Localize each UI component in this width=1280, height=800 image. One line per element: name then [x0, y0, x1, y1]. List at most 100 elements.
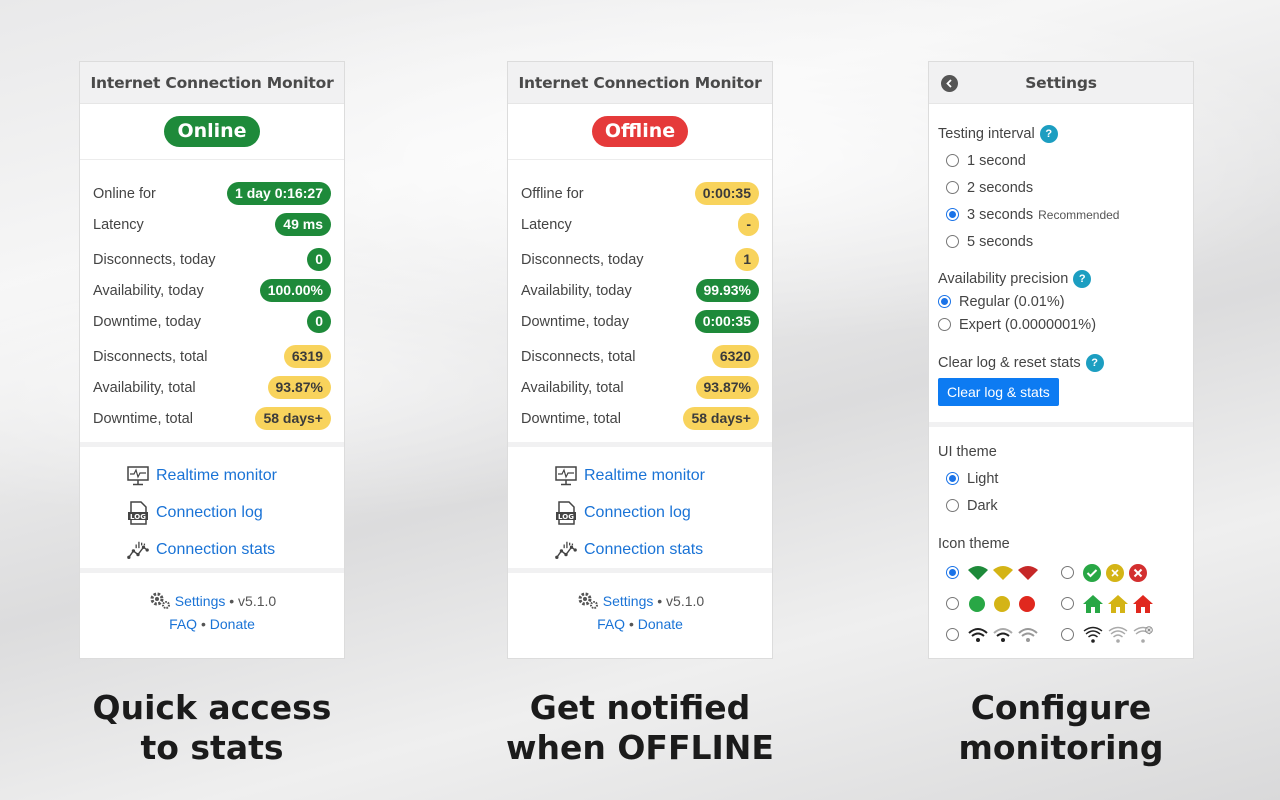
radio-button-selected[interactable] — [946, 472, 959, 485]
stat-row: Disconnects, today 0 — [93, 244, 331, 275]
stat-label: Downtime, total — [521, 410, 621, 427]
stat-label: Latency — [93, 216, 144, 233]
radio-button[interactable] — [1061, 566, 1074, 579]
green-dot-icon — [969, 595, 985, 612]
check-circle-icon — [1083, 563, 1101, 582]
stat-label: Disconnects, today — [521, 251, 644, 268]
icon-set-house-color[interactable] — [1061, 592, 1176, 615]
version-text: • v5.1.0 — [657, 593, 705, 609]
radio-button-selected[interactable] — [938, 295, 951, 308]
faq-link[interactable]: FAQ — [597, 616, 625, 632]
radio-button[interactable] — [946, 628, 959, 641]
radio-label: Expert (0.0000001%) — [959, 316, 1097, 333]
separator-dot: • — [200, 616, 206, 632]
version-text: • v5.1.0 — [229, 593, 277, 609]
green-house-icon — [1083, 594, 1103, 613]
radio-button[interactable] — [938, 318, 951, 331]
stat-row: Downtime, total 58 days+ — [521, 403, 759, 434]
radio-label: Dark — [967, 497, 998, 514]
interval-option-1[interactable]: 1 second — [938, 147, 1193, 174]
radio-button[interactable] — [1061, 597, 1074, 610]
radio-label: 5 seconds — [967, 233, 1034, 250]
faq-link[interactable]: FAQ — [169, 616, 197, 632]
realtime-monitor-link[interactable]: Realtime monitor — [508, 457, 772, 494]
stat-value: 6319 — [283, 345, 331, 368]
connection-stats-link[interactable]: Connection stats — [508, 531, 772, 568]
link-label[interactable]: Connection log — [584, 504, 691, 522]
caption-get-notified: Get notified when OFFLINE — [506, 688, 774, 767]
stat-label: Latency — [521, 216, 572, 233]
connection-stats-link[interactable]: Connection stats — [80, 531, 344, 568]
interval-option-2[interactable]: 2 seconds — [938, 174, 1193, 201]
wifi-green-icon — [968, 565, 988, 580]
wifi-thin-black-icon — [1083, 626, 1103, 643]
settings-link[interactable]: Settings — [603, 593, 654, 609]
stat-row: Availability, total 93.87% — [93, 372, 331, 403]
link-label[interactable]: Connection log — [156, 504, 263, 522]
testing-interval-heading: Testing interval — [938, 126, 1035, 142]
popup-title: Internet Connection Monitor — [508, 62, 772, 104]
stat-row: Online for 1 day 0:16:27 — [93, 178, 331, 209]
radio-button[interactable] — [946, 235, 959, 248]
stat-value: 93.87% — [695, 376, 759, 399]
interval-option-5[interactable]: 5 seconds — [938, 228, 1193, 255]
icon-set-circle-status[interactable] — [1061, 561, 1176, 584]
icon-set-wifi-black[interactable] — [946, 623, 1061, 646]
link-label[interactable]: Connection stats — [584, 541, 703, 559]
log-file-icon: LOG — [127, 500, 149, 525]
red-house-icon — [1133, 594, 1153, 613]
radio-button[interactable] — [946, 154, 959, 167]
realtime-monitor-link[interactable]: Realtime monitor — [80, 457, 344, 494]
donate-link[interactable]: Donate — [210, 616, 255, 632]
precision-heading: Availability precision — [938, 271, 1069, 287]
x-circle-icon — [1129, 563, 1147, 582]
stat-row: Downtime, today 0:00:35 — [521, 306, 759, 337]
stat-row: Downtime, today 0 — [93, 306, 331, 337]
radio-label: 1 second — [967, 152, 1026, 169]
link-label[interactable]: Connection stats — [156, 541, 275, 559]
back-arrow-icon[interactable] — [941, 75, 958, 92]
radio-button-selected[interactable] — [946, 208, 959, 221]
precision-expert[interactable]: Expert (0.0000001%) — [938, 313, 1193, 336]
stat-value: 6320 — [711, 345, 759, 368]
connection-log-link[interactable]: LOG Connection log — [80, 494, 344, 531]
stat-value: 0 — [307, 248, 331, 271]
monitor-icon — [555, 465, 577, 487]
radio-button[interactable] — [946, 597, 959, 610]
radio-button[interactable] — [946, 499, 959, 512]
stats-chart-icon — [127, 539, 149, 561]
stat-row: Disconnects, today 1 — [521, 244, 759, 275]
red-dot-icon — [1019, 595, 1035, 612]
divider — [929, 422, 1193, 427]
icon-set-wifi-color[interactable] — [946, 561, 1061, 584]
precision-regular[interactable]: Regular (0.01%) — [938, 290, 1193, 313]
yellow-house-icon — [1108, 594, 1128, 613]
link-label[interactable]: Realtime monitor — [584, 467, 705, 485]
help-icon[interactable]: ? — [1039, 125, 1058, 143]
stat-label: Downtime, today — [93, 313, 201, 330]
radio-button-selected[interactable] — [946, 566, 959, 579]
connection-log-link[interactable]: LOG Connection log — [508, 494, 772, 531]
settings-title-text: Settings — [1025, 73, 1097, 92]
help-icon[interactable]: ? — [1085, 354, 1104, 372]
donate-link[interactable]: Donate — [638, 616, 683, 632]
stat-label: Downtime, today — [521, 313, 629, 330]
settings-link[interactable]: Settings — [175, 593, 226, 609]
interval-option-3[interactable]: 3 seconds Recommended — [938, 201, 1193, 228]
gears-icon — [148, 590, 172, 613]
stat-value: 1 day 0:16:27 — [227, 182, 331, 205]
stat-value: 58 days+ — [683, 407, 759, 430]
clear-log-button[interactable]: Clear log & stats — [938, 378, 1059, 406]
radio-button[interactable] — [1061, 628, 1074, 641]
stat-row: Offline for 0:00:35 — [521, 178, 759, 209]
help-icon[interactable]: ? — [1073, 270, 1092, 288]
link-label[interactable]: Realtime monitor — [156, 467, 277, 485]
stat-label: Availability, today — [93, 282, 204, 299]
radio-button[interactable] — [946, 181, 959, 194]
stat-label: Disconnects, total — [521, 348, 636, 365]
theme-dark[interactable]: Dark — [938, 492, 1193, 519]
theme-light[interactable]: Light — [938, 465, 1193, 492]
icon-set-dots-color[interactable] — [946, 592, 1061, 615]
icon-set-wifi-outline[interactable] — [1061, 623, 1176, 646]
wifi-red-icon — [1018, 565, 1038, 580]
